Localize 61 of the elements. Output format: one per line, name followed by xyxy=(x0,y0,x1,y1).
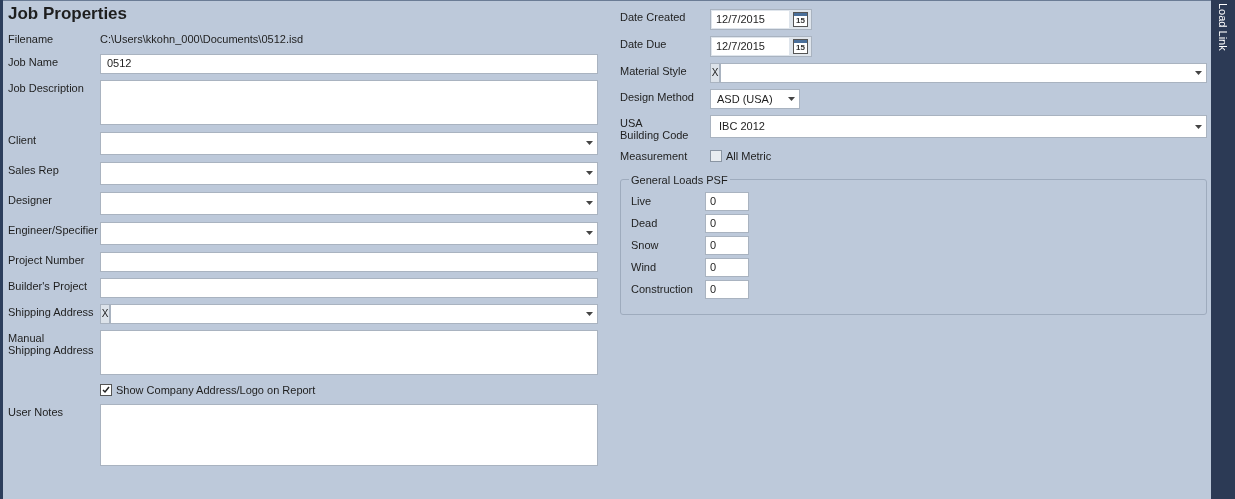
dropdown-field[interactable] xyxy=(100,161,598,185)
dropdown-caret-icon xyxy=(788,97,795,101)
dropdown-field[interactable] xyxy=(100,221,598,245)
dropdown-field[interactable] xyxy=(110,303,598,324)
dropdown-field[interactable] xyxy=(100,191,598,215)
number-field[interactable]: 0 xyxy=(705,191,749,211)
date-picker[interactable]: 12/7/2015 15 xyxy=(710,36,812,57)
checkbox-label: Show Company Address/Logo on Report xyxy=(116,382,316,398)
field-label: Design Method xyxy=(620,91,695,103)
field-label: Manual Shipping Address xyxy=(8,331,95,356)
field-label: Material Style xyxy=(620,65,688,77)
field-label: Sales Rep xyxy=(8,163,60,176)
field-label: Job Description xyxy=(8,81,85,94)
field-label: User Notes xyxy=(8,406,65,418)
field-label: Wind xyxy=(631,259,658,275)
field-label: Engineer/Specifier xyxy=(8,223,99,236)
text-field[interactable] xyxy=(100,277,598,298)
number-field[interactable]: 0 xyxy=(705,213,749,233)
field-label: Date Due xyxy=(620,38,668,50)
field-label: Filename xyxy=(8,33,55,45)
field-label: Shipping Address xyxy=(8,305,95,318)
dropdown-caret-icon xyxy=(586,311,593,316)
number-field[interactable]: 0 xyxy=(705,279,749,299)
field-label: Measurement xyxy=(620,150,689,162)
text-field[interactable]: 0512 xyxy=(100,53,598,74)
calendar-icon[interactable]: 15 xyxy=(793,39,808,54)
field-label: Date Created xyxy=(620,11,687,23)
field-label: Snow xyxy=(631,237,660,253)
field-label: Dead xyxy=(631,215,659,231)
field-label: Designer xyxy=(8,193,54,206)
number-field[interactable]: 0 xyxy=(705,257,749,277)
checkbox-label: All Metric xyxy=(726,149,772,164)
filename-value: C:\Users\kkohn_000\Documents\0512.isd xyxy=(100,32,303,47)
checkbox[interactable] xyxy=(710,150,722,163)
dropdown-caret-icon xyxy=(586,141,593,145)
text-area[interactable] xyxy=(100,79,598,125)
side-tab[interactable]: Load Link xyxy=(1214,2,1232,52)
field-label: Live xyxy=(631,193,653,209)
dropdown-field[interactable]: ASD (USA) xyxy=(710,89,800,109)
dropdown-caret-icon xyxy=(586,171,593,175)
dropdown-caret-icon xyxy=(1195,124,1202,129)
checkbox[interactable] xyxy=(100,383,112,396)
text-area[interactable] xyxy=(100,404,598,466)
dropdown-caret-icon xyxy=(586,231,593,235)
date-picker[interactable]: 12/7/2015 15 xyxy=(710,9,812,30)
number-field[interactable]: 0 xyxy=(705,235,749,255)
dropdown-field[interactable] xyxy=(100,131,598,155)
dropdown-field[interactable] xyxy=(720,63,1207,83)
dropdown-caret-icon xyxy=(586,201,593,205)
text-area[interactable] xyxy=(100,329,598,375)
calendar-icon[interactable]: 15 xyxy=(793,12,808,27)
text-field[interactable] xyxy=(100,251,598,272)
field-label: USA Building Code xyxy=(620,117,690,141)
dropdown-caret-icon xyxy=(1195,71,1202,75)
field-label: Builder's Project xyxy=(8,279,89,292)
field-label: Client xyxy=(8,133,38,146)
dropdown-field[interactable]: IBC 2012 xyxy=(710,115,1207,138)
field-label: Job Name xyxy=(8,55,60,68)
field-label: Construction xyxy=(631,281,694,297)
page-title: Job Properties xyxy=(8,3,129,25)
field-label: Project Number xyxy=(8,253,86,266)
